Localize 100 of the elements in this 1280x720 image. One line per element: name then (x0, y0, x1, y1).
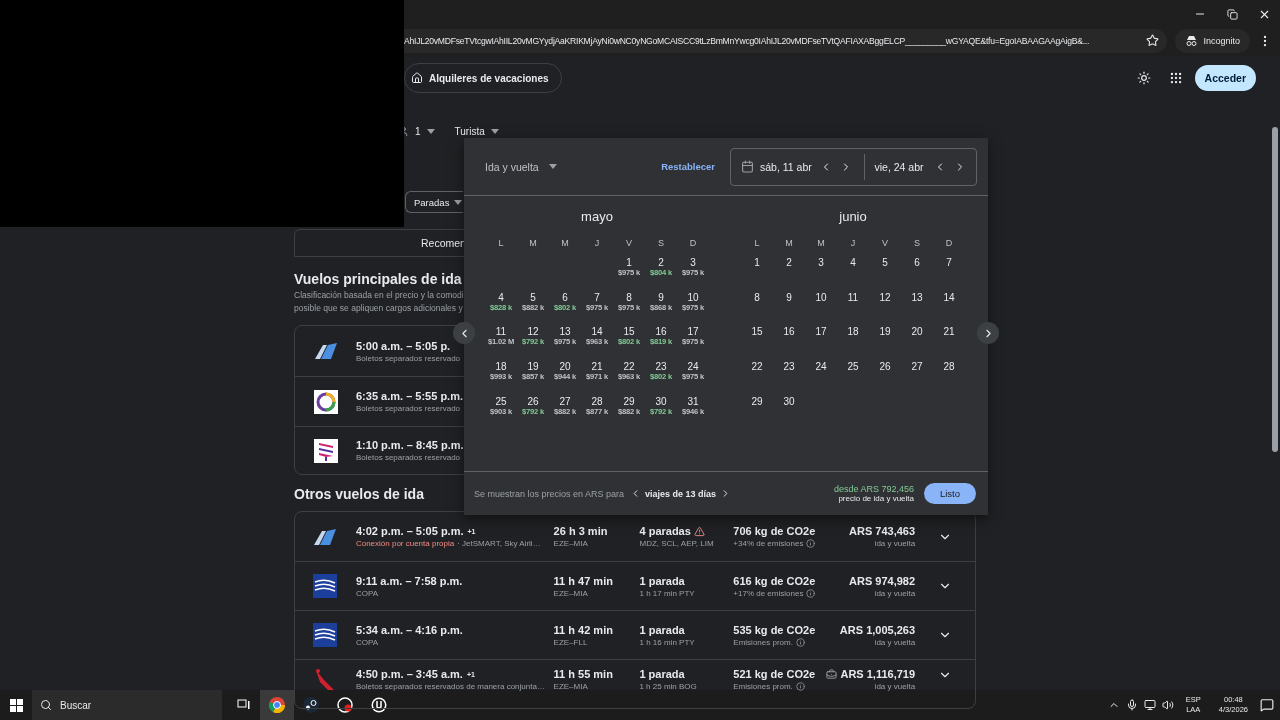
info-icon[interactable] (806, 588, 816, 598)
calendar-day[interactable]: 12 (879, 291, 891, 303)
calendar-day[interactable]: 21 (591, 361, 603, 373)
calendar-day[interactable]: 10 (815, 291, 827, 303)
app-icon[interactable] (337, 697, 353, 713)
scrollbar[interactable] (1272, 127, 1278, 452)
calendar-day[interactable]: 30 (655, 395, 667, 407)
calendar-day[interactable]: 9 (658, 291, 664, 303)
emissions-amount: 535 kg de CO2e (733, 623, 816, 636)
date-range-field[interactable]: sáb, 11 abr vie, 24 abr (730, 147, 977, 186)
game-launcher-icon[interactable] (303, 697, 319, 713)
calendar-day[interactable]: 18 (495, 361, 507, 373)
calendar-day[interactable]: 8 (626, 291, 632, 303)
calendar-day[interactable]: 2 (786, 257, 792, 268)
calendar-day[interactable]: 8 (754, 291, 760, 303)
calendar-day[interactable]: 29 (623, 395, 635, 407)
calendar-day[interactable]: 26 (879, 361, 891, 373)
calendar-day[interactable]: 28 (591, 395, 603, 407)
calendar-day[interactable]: 20 (559, 361, 571, 373)
calendar-day[interactable]: 19 (527, 361, 539, 373)
airline-logo (313, 623, 338, 647)
calendar-day[interactable]: 29 (751, 395, 763, 407)
calendar-day[interactable]: 3 (818, 257, 824, 268)
browser-icon[interactable] (269, 697, 285, 713)
calendar-day[interactable]: 15 (751, 326, 763, 338)
taskbar-search-field[interactable]: Buscar (32, 690, 222, 720)
calendar-day[interactable]: 25 (847, 361, 859, 373)
calendar-day[interactable]: 17 (815, 326, 827, 338)
calendar-day[interactable]: 1 (754, 257, 760, 268)
filter-chip[interactable]: Paradas (405, 191, 464, 213)
calendar-day[interactable]: 11 (495, 326, 507, 338)
calendar-day[interactable]: 25 (495, 395, 507, 407)
windows-logo[interactable] (9, 698, 23, 712)
previous-month-button[interactable] (453, 322, 475, 344)
calendar-day[interactable]: 19 (879, 326, 891, 338)
calendar-day[interactable]: 14 (591, 326, 603, 338)
calendar-day[interactable]: 11 (847, 291, 859, 303)
calendar-day[interactable]: 17 (687, 326, 699, 338)
incognito-chip[interactable]: Incognito (1175, 28, 1250, 53)
theme-icon[interactable] (1136, 71, 1151, 85)
calendar-day[interactable]: 13 (559, 326, 571, 338)
calendar-day[interactable]: 9 (786, 291, 792, 303)
info-icon[interactable] (795, 637, 805, 647)
notifications-icon[interactable] (1260, 698, 1274, 712)
volume-icon[interactable] (1161, 699, 1174, 711)
calendar-day[interactable]: 7 (946, 257, 952, 268)
calendar-day[interactable]: 3 (690, 257, 696, 268)
calendar-day[interactable]: 15 (623, 326, 635, 338)
restore-icon[interactable] (1226, 8, 1238, 20)
calendar-day[interactable]: 6 (914, 257, 920, 268)
calendar-day[interactable]: 4 (850, 257, 856, 268)
calendar-day[interactable]: 24 (815, 361, 827, 373)
calendar-day[interactable]: 18 (847, 326, 859, 338)
dropdown-caret-icon (454, 199, 463, 205)
info-icon[interactable] (795, 682, 805, 691)
calendar-day[interactable]: 2 (658, 257, 664, 268)
calendar-day[interactable]: 5 (530, 291, 536, 303)
calendar-day[interactable]: 23 (783, 361, 795, 373)
apps-icon[interactable] (1168, 71, 1183, 85)
airline-logo (313, 389, 338, 414)
calendar-day[interactable]: 13 (911, 291, 923, 303)
done-button[interactable]: Listo (924, 483, 976, 504)
microphone-icon[interactable] (1125, 699, 1138, 711)
calendar-day[interactable]: 30 (783, 395, 795, 407)
trip-type-dropdown[interactable]: Ida y vuelta (485, 160, 662, 173)
calendar-day[interactable]: 27 (559, 395, 571, 407)
emissions-note: +34% de emisiones (733, 539, 804, 548)
star-icon[interactable] (1146, 34, 1160, 47)
calendar-day[interactable]: 22 (751, 361, 763, 373)
calendar-day[interactable]: 4 (498, 291, 504, 303)
calendar-day[interactable]: 31 (687, 395, 699, 407)
cabin-dropdown[interactable]: Turista (454, 125, 499, 137)
info-icon[interactable] (806, 539, 816, 548)
engine-icon[interactable] (371, 697, 387, 713)
calendar-day[interactable]: 16 (655, 326, 667, 338)
passenger-dropdown[interactable]: 1 (415, 125, 435, 137)
calendar-day[interactable]: 5 (882, 257, 888, 268)
calendar-day[interactable]: 21 (943, 326, 955, 338)
calendar-day[interactable]: 22 (623, 361, 635, 373)
next-month-button[interactable] (977, 322, 999, 344)
calendar-day[interactable]: 16 (783, 326, 795, 338)
reset-link[interactable]: Restablecer (661, 161, 715, 172)
calendar-day[interactable]: 23 (655, 361, 667, 373)
calendar-day[interactable]: 28 (943, 361, 955, 373)
calendar-day[interactable]: 7 (594, 291, 600, 303)
task-view-icon[interactable] (236, 699, 250, 711)
calendar-day[interactable]: 6 (562, 291, 568, 303)
calendar-day[interactable]: 14 (943, 291, 955, 303)
sign-in-button[interactable]: Acceder (1194, 65, 1256, 91)
section-description: posible que se apliquen cargos adicionales y (294, 302, 463, 315)
calendar-day[interactable]: 12 (527, 326, 539, 338)
calendar-day[interactable]: 1 (626, 257, 632, 268)
calendar-day[interactable]: 26 (527, 395, 539, 407)
network-icon[interactable] (1143, 699, 1156, 711)
calendar-day[interactable]: 20 (911, 326, 923, 338)
address-bar[interactable]: AhIJL20vMDFseTVtcgwIAhIIL20vMGYydjAaKRIKMjAyNi0wNC0yNGoMCAISCC9tLzBmMnYwcg0IAhIJL20vMDFseTVtQAFIAXABggELCP_________wGYAQE&tfu=EgoIABAAGAAgAigB&... (404, 28, 1168, 53)
calendar-day[interactable]: 24 (687, 361, 699, 373)
stop-details: 1 h 25 min BOG (639, 682, 697, 691)
calendar-day[interactable]: 27 (911, 361, 923, 373)
calendar-day[interactable]: 10 (687, 291, 699, 303)
